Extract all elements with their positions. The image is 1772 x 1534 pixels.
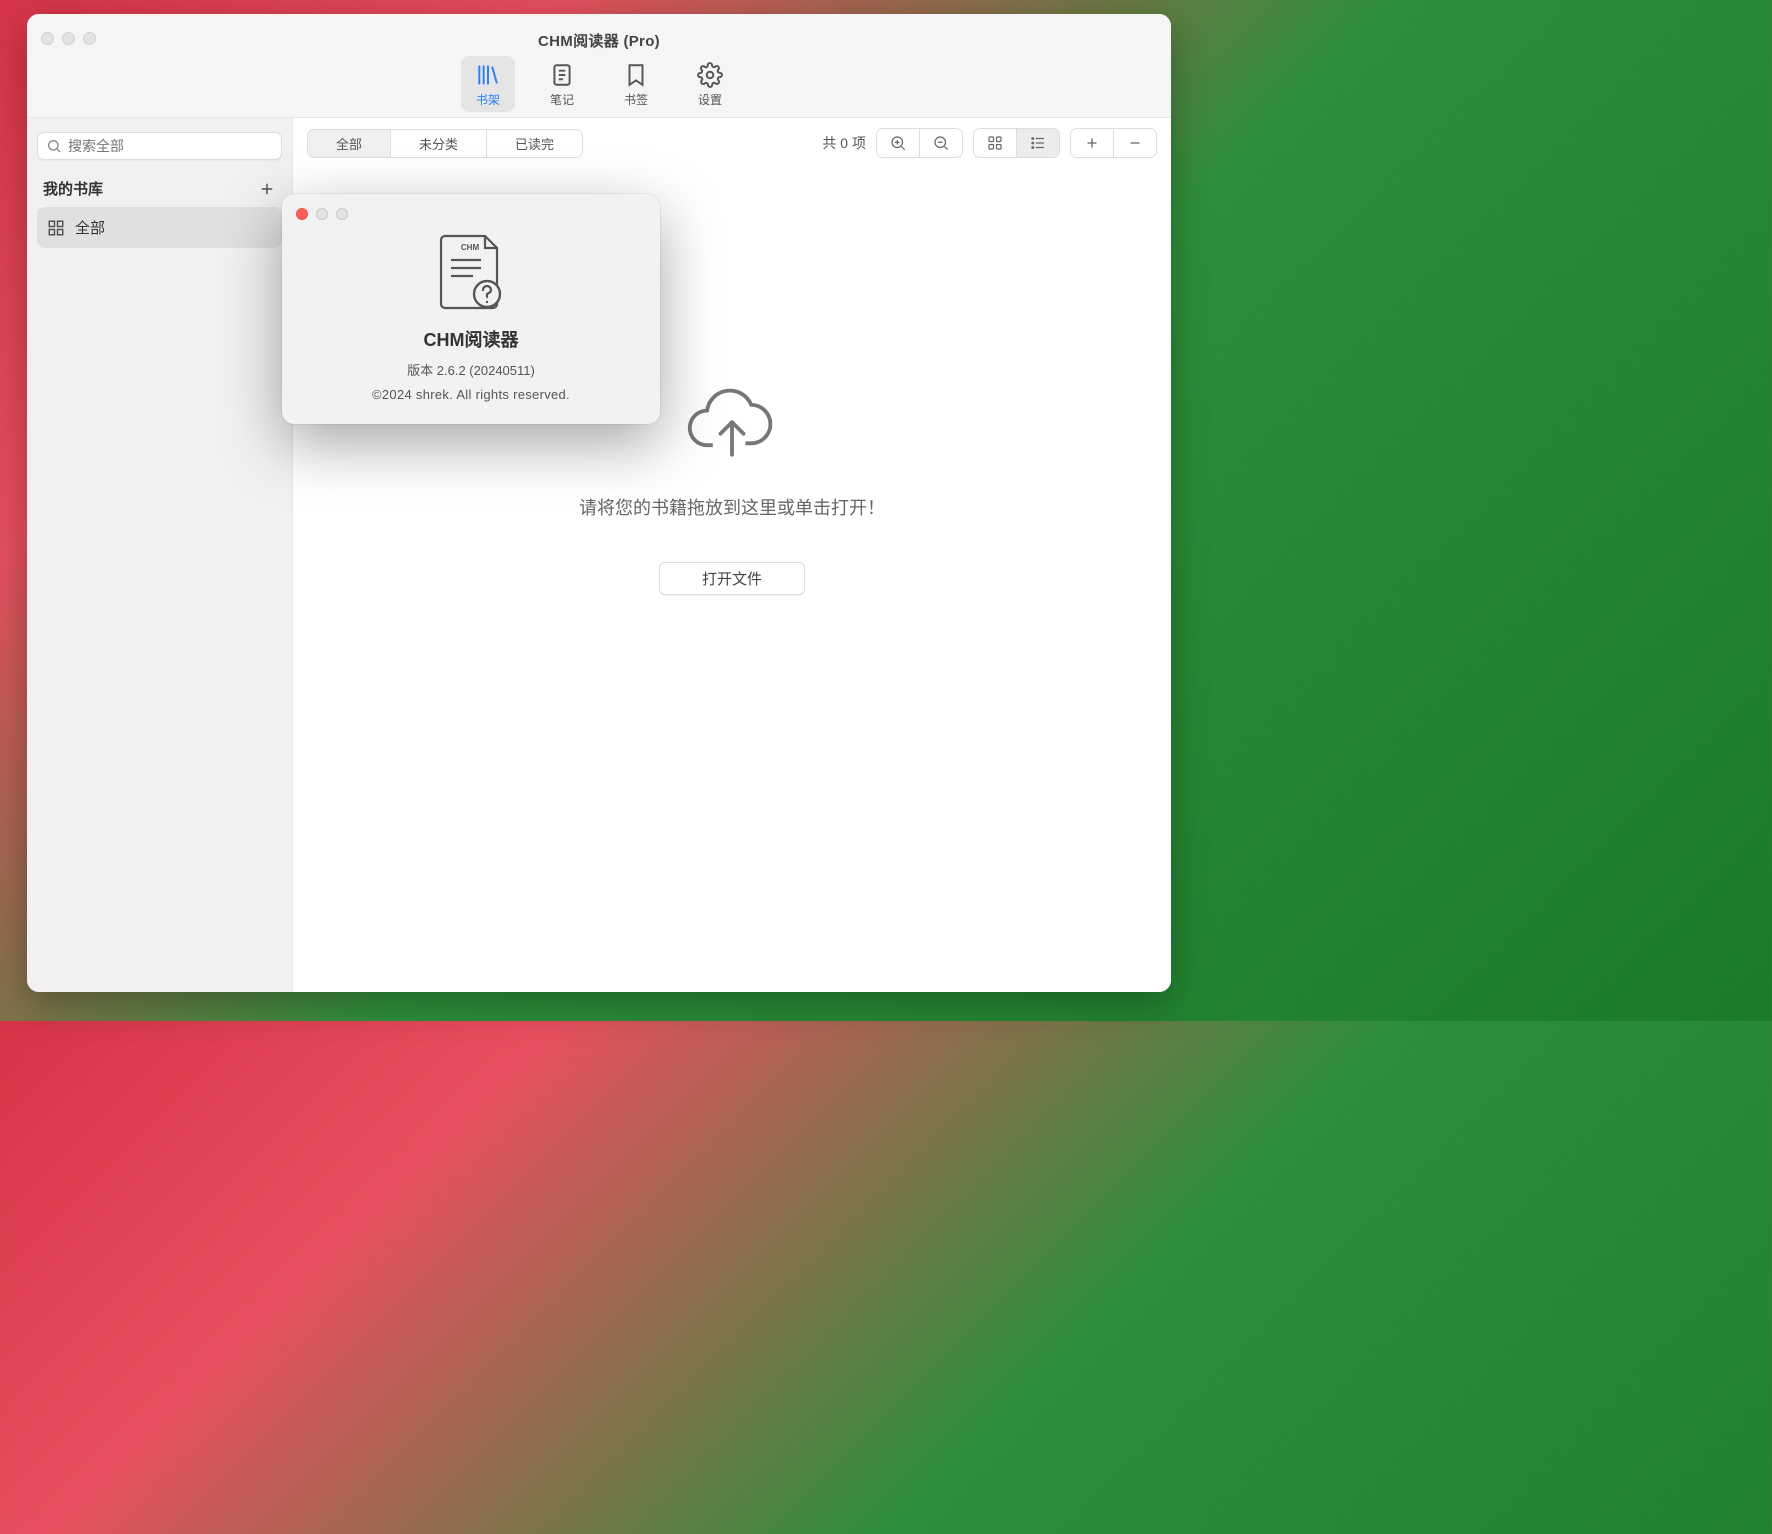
bookmark-icon bbox=[623, 62, 649, 88]
add-item-button[interactable] bbox=[1071, 129, 1114, 157]
search-input[interactable] bbox=[68, 138, 273, 154]
window-title: CHM阅读器 (Pro) bbox=[27, 30, 1171, 51]
library-item-all[interactable]: 全部 bbox=[37, 207, 282, 248]
about-maximize-button bbox=[336, 208, 348, 220]
about-close-button[interactable] bbox=[296, 208, 308, 220]
filter-all[interactable]: 全部 bbox=[308, 130, 391, 157]
zoom-out-icon bbox=[932, 134, 950, 152]
minus-icon bbox=[1126, 134, 1144, 152]
pane-toolbar: 全部 未分类 已读完 共 0 项 bbox=[293, 118, 1171, 168]
books-icon bbox=[475, 62, 501, 88]
gear-icon bbox=[697, 62, 723, 88]
tab-bookmarks-label: 书签 bbox=[624, 91, 648, 108]
zoom-group bbox=[876, 128, 963, 158]
list-view-button[interactable] bbox=[1017, 129, 1059, 157]
filter-uncategorized[interactable]: 未分类 bbox=[391, 130, 487, 157]
cloud-upload-icon bbox=[684, 386, 780, 466]
add-library-icon[interactable] bbox=[258, 180, 276, 198]
grid-icon bbox=[47, 219, 65, 237]
tab-notes[interactable]: 笔记 bbox=[535, 56, 589, 112]
library-header: 我的书库 bbox=[37, 160, 282, 207]
tab-shelf-label: 书架 bbox=[476, 91, 500, 108]
about-copyright: ©2024 shrek. All rights reserved. bbox=[372, 387, 570, 402]
plus-icon bbox=[1083, 134, 1101, 152]
right-controls: 共 0 项 bbox=[822, 128, 1157, 158]
chm-icon-text: CHM bbox=[461, 243, 480, 252]
search-icon bbox=[46, 138, 62, 154]
tab-shelf[interactable]: 书架 bbox=[461, 56, 515, 112]
tab-bookmarks[interactable]: 书签 bbox=[609, 56, 663, 112]
search-box[interactable] bbox=[37, 132, 282, 160]
zoom-out-button[interactable] bbox=[920, 129, 962, 157]
tab-settings-label: 设置 bbox=[698, 91, 722, 108]
remove-item-button[interactable] bbox=[1114, 129, 1156, 157]
toolbar-tabs: 书架 笔记 书签 设置 bbox=[27, 56, 1171, 112]
sidebar: 我的书库 全部 bbox=[27, 118, 293, 992]
tab-settings[interactable]: 设置 bbox=[683, 56, 737, 112]
filter-segment: 全部 未分类 已读完 bbox=[307, 129, 583, 158]
item-count: 共 0 项 bbox=[822, 133, 866, 153]
open-file-button[interactable]: 打开文件 bbox=[659, 562, 805, 595]
about-minimize-button bbox=[316, 208, 328, 220]
titlebar: CHM阅读器 (Pro) 书架 笔记 书签 设置 bbox=[27, 14, 1171, 118]
grid-view-icon bbox=[986, 134, 1004, 152]
view-group bbox=[973, 128, 1060, 158]
main-window: CHM阅读器 (Pro) 书架 笔记 书签 设置 bbox=[27, 14, 1171, 992]
add-remove-group bbox=[1070, 128, 1157, 158]
library-item-all-label: 全部 bbox=[75, 217, 105, 238]
empty-text: 请将您的书籍拖放到这里或单击打开！ bbox=[579, 494, 885, 520]
about-content: CHM CHM阅读器 版本 2.6.2 (20240511) ©2024 shr… bbox=[282, 220, 660, 402]
about-dialog: CHM CHM阅读器 版本 2.6.2 (20240511) ©2024 shr… bbox=[282, 194, 660, 424]
filter-finished[interactable]: 已读完 bbox=[487, 130, 582, 157]
zoom-in-button[interactable] bbox=[877, 129, 920, 157]
library-header-label: 我的书库 bbox=[43, 178, 103, 199]
note-icon bbox=[549, 62, 575, 88]
about-version: 版本 2.6.2 (20240511) bbox=[407, 360, 535, 379]
about-traffic-lights bbox=[282, 194, 660, 220]
list-view-icon bbox=[1029, 134, 1047, 152]
chm-app-icon: CHM bbox=[433, 232, 509, 314]
zoom-in-icon bbox=[889, 134, 907, 152]
grid-view-button[interactable] bbox=[974, 129, 1017, 157]
tab-notes-label: 笔记 bbox=[550, 91, 574, 108]
about-title: CHM阅读器 bbox=[424, 326, 519, 352]
